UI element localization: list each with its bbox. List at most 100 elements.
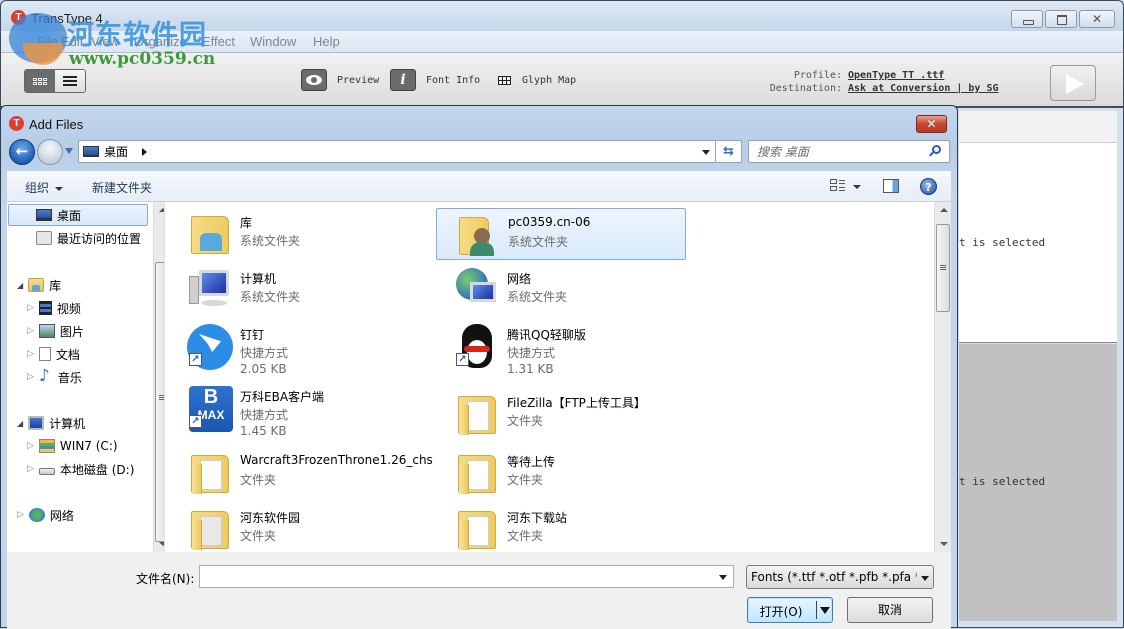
breadcrumb-chevron-icon[interactable]	[142, 147, 148, 156]
file-name: 库	[240, 216, 253, 230]
scroll-down-arrow-icon[interactable]	[940, 542, 948, 546]
dialog-logo-icon: T	[9, 116, 24, 131]
profile-link[interactable]: OpenType TT .ttf	[848, 69, 1023, 82]
scroll-up-arrow-icon[interactable]	[940, 208, 948, 212]
open-options-dropdown-icon[interactable]	[820, 607, 830, 614]
collapsed-triangle-icon[interactable]: ▷	[27, 326, 34, 336]
app-titlebar: T TransType 4 ✕	[1, 1, 1123, 33]
menu-window[interactable]: Window	[250, 34, 296, 49]
nav-item-label: 本地磁盘 (D:)	[59, 462, 135, 477]
file-type-filter-select[interactable]: Fonts (*.ttf *.otf *.pfb *.pfa *.otc	[746, 565, 934, 589]
file-item[interactable]: ↗ 钉钉 快捷方式 2.05 KB	[169, 320, 419, 378]
nav-item-recent-places[interactable]: 最近访问的位置	[36, 227, 141, 249]
nav-item-pictures[interactable]: ▷ 图片	[27, 320, 84, 342]
list-view-button[interactable]	[55, 70, 85, 92]
address-bar[interactable]: 桌面	[78, 140, 716, 163]
bmax-letter-b: B	[203, 386, 219, 408]
file-size: 1.31 KB	[507, 362, 554, 376]
file-item[interactable]: 网络 系统文件夹	[436, 264, 686, 316]
forward-button[interactable]	[37, 139, 63, 165]
command-bar: 组织 新建文件夹 ?	[7, 171, 951, 202]
scrollbar-thumb[interactable]	[936, 224, 950, 312]
nav-item-label: 桌面	[57, 208, 82, 223]
view-options-dropdown-icon[interactable]	[853, 185, 861, 189]
collapsed-triangle-icon[interactable]: ▷	[27, 303, 34, 313]
filename-input[interactable]	[200, 566, 700, 587]
bmax-icon: B MAX ↗	[187, 386, 233, 432]
change-view-icon[interactable]	[830, 179, 846, 193]
collapsed-triangle-icon[interactable]: ▷	[17, 510, 24, 520]
menu-organize[interactable]: Organize	[134, 34, 187, 49]
file-item[interactable]: B MAX ↗ 万科EBA客户端 快捷方式 1.45 KB	[169, 382, 419, 440]
address-dropdown-icon[interactable]	[702, 150, 710, 155]
glyph-map-button[interactable]: Glyph Map	[496, 69, 576, 91]
file-item[interactable]: FileZilla【FTP上传工具】 文件夹	[436, 388, 686, 440]
nav-item-computer[interactable]: ◢ 计算机	[17, 412, 85, 434]
collapsed-triangle-icon[interactable]: ▷	[27, 349, 34, 359]
back-button[interactable]: ←	[9, 139, 35, 165]
nav-item-drive-c[interactable]: ▷ WIN7 (C:)	[27, 435, 118, 457]
preview-button[interactable]: Preview	[301, 69, 379, 91]
folder-icon	[187, 451, 233, 494]
minimize-button[interactable]	[1011, 10, 1043, 28]
file-item[interactable]: 库 系统文件夹	[169, 208, 419, 260]
file-type: 快捷方式	[240, 346, 289, 360]
file-item[interactable]: ↗ 腾讯QQ轻聊版 快捷方式 1.31 KB	[436, 320, 686, 378]
search-icon[interactable]	[932, 145, 941, 154]
nav-item-drive-d[interactable]: ▷ 本地磁盘 (D:)	[27, 458, 134, 480]
open-button[interactable]: 打开(O)	[747, 597, 833, 623]
drive-d-icon	[38, 467, 55, 475]
window-controls: ✕	[1011, 10, 1115, 28]
address-location[interactable]: 桌面	[104, 143, 128, 160]
nav-item-network[interactable]: ▷ 网络	[17, 504, 74, 526]
nav-item-music[interactable]: ▷ 音乐	[27, 366, 82, 388]
organize-button[interactable]: 组织	[25, 179, 64, 196]
font-info-button[interactable]: i Font Info	[390, 69, 480, 91]
nav-item-desktop[interactable]: 桌面	[8, 204, 148, 226]
menu-effect[interactable]: Effect	[202, 34, 235, 49]
organize-label: 组织	[25, 181, 50, 195]
collapsed-triangle-icon[interactable]: ▷	[27, 464, 34, 474]
recent-locations-dropdown[interactable]	[65, 148, 73, 154]
nav-item-label: 库	[49, 278, 62, 293]
cancel-button[interactable]: 取消	[847, 597, 933, 623]
dialog-close-button[interactable]: ✕	[916, 115, 947, 133]
expanded-triangle-icon[interactable]: ◢	[17, 419, 23, 428]
help-icon[interactable]: ?	[920, 178, 937, 195]
preview-pane-icon[interactable]	[883, 179, 899, 193]
expanded-triangle-icon[interactable]: ◢	[17, 281, 23, 290]
menu-edit[interactable]: Edit	[61, 34, 83, 49]
libraries-icon	[187, 212, 233, 254]
grid-view-button[interactable]	[25, 70, 55, 92]
collapsed-triangle-icon[interactable]: ▷	[27, 372, 34, 382]
app-toolbar: Preview i Font Info Glyph Map Profile: O…	[1, 53, 1123, 108]
new-folder-button[interactable]: 新建文件夹	[92, 179, 152, 196]
collapsed-triangle-icon[interactable]: ▷	[27, 441, 34, 451]
menu-file[interactable]: File	[37, 34, 58, 49]
file-item[interactable]: 等待上传 文件夹	[436, 447, 686, 499]
destination-link[interactable]: Ask at Conversion | by SG	[848, 82, 1023, 95]
refresh-button[interactable]: ⇆	[716, 140, 742, 163]
filename-dropdown-icon[interactable]	[719, 575, 727, 580]
output-pane: t is selected	[959, 344, 1117, 621]
file-item[interactable]: 计算机 系统文件夹	[169, 264, 419, 316]
output-pane-message: t is selected	[959, 475, 1046, 488]
menu-view[interactable]: View	[91, 34, 119, 49]
search-input[interactable]	[757, 144, 927, 160]
file-item-selected[interactable]: pc0359.cn-06 系统文件夹	[436, 208, 686, 260]
navigation-row: ← 桌面 ⇆	[1, 138, 957, 166]
folder-icon	[187, 507, 233, 550]
nav-item-libraries[interactable]: ◢ 库	[17, 274, 61, 296]
convert-play-button[interactable]	[1050, 65, 1096, 101]
file-list-scrollbar[interactable]	[934, 202, 951, 552]
nav-item-documents[interactable]: ▷ 文档	[27, 343, 80, 365]
file-list: 库 系统文件夹 pc0359.cn-06 系统文件夹 计算机 系统文件夹 网络 …	[164, 202, 951, 552]
maximize-button[interactable]	[1045, 10, 1077, 28]
file-item[interactable]: 河东下载站 文件夹	[436, 503, 686, 555]
nav-item-videos[interactable]: ▷ 视频	[27, 297, 81, 319]
qq-icon: ↗	[454, 324, 500, 368]
file-item[interactable]: Warcraft3FrozenThrone1.26_chs 文件夹	[169, 447, 434, 499]
file-item[interactable]: 河东软件园 文件夹	[169, 503, 419, 555]
menu-help[interactable]: Help	[313, 34, 340, 49]
close-button[interactable]: ✕	[1079, 10, 1115, 28]
